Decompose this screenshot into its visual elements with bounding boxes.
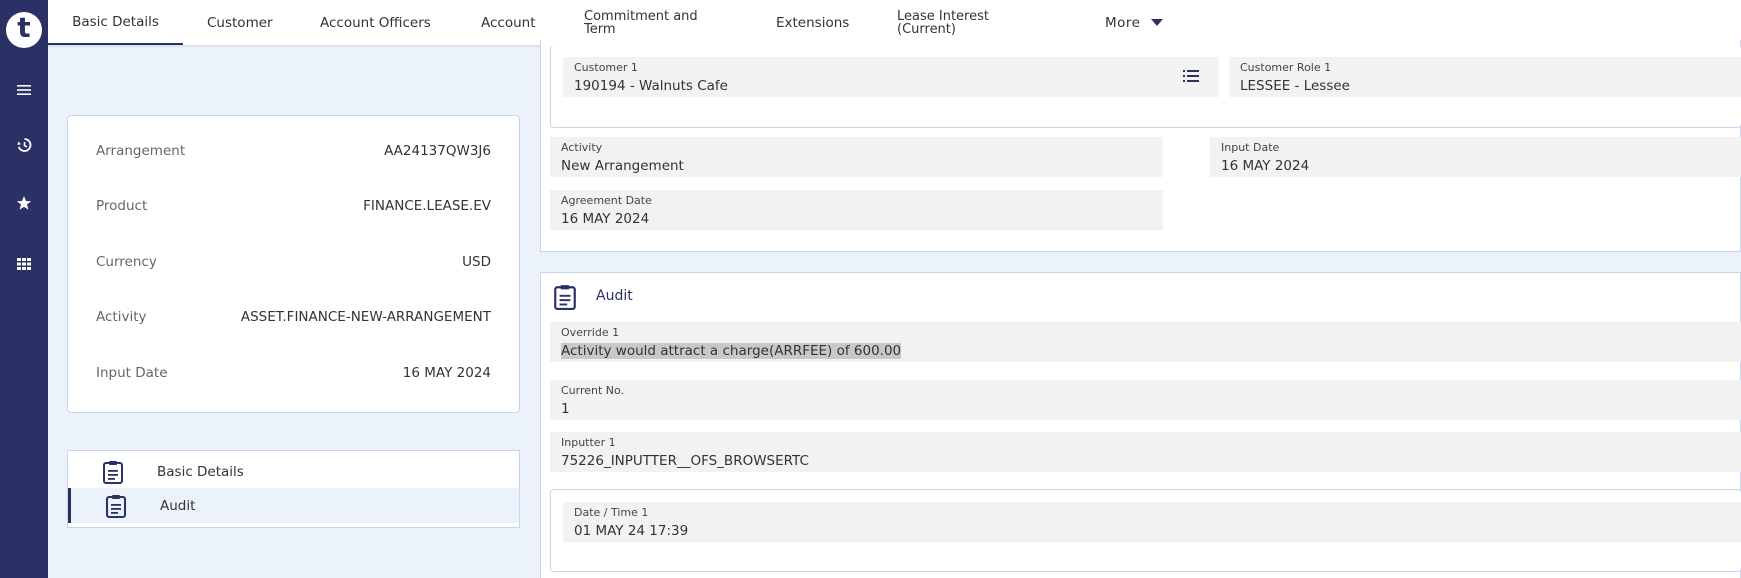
field-label: Activity bbox=[561, 141, 603, 154]
arrangement-summary-card: Arrangement AA24137QW3J6 Product FINANCE.L… bbox=[67, 115, 520, 413]
history-icon[interactable] bbox=[14, 135, 34, 155]
menu-icon[interactable] bbox=[14, 80, 34, 100]
section-nav-list: Basic Details Audit bbox=[67, 450, 520, 528]
summary-row-currency: Currency USD bbox=[96, 252, 491, 272]
summary-row-arrangement: Arrangement AA24137QW3J6 bbox=[96, 141, 491, 161]
field-value: 190194 - Walnuts Cafe bbox=[574, 78, 728, 94]
field-label: Agreement Date bbox=[561, 194, 652, 207]
tab-customer[interactable]: Customer bbox=[207, 0, 273, 45]
summary-row-input-date: Input Date 16 MAY 2024 bbox=[96, 363, 491, 383]
summary-key: Arrangement bbox=[96, 143, 186, 159]
app-root: t Basic Details Customer Account Officer… bbox=[0, 0, 1741, 578]
nav-item-basic-details[interactable]: Basic Details bbox=[68, 454, 519, 489]
top-tab-bar: Basic Details Customer Account Officers … bbox=[48, 0, 1741, 45]
field-value: New Arrangement bbox=[561, 158, 684, 174]
inputter-field[interactable]: Inputter 1 75226_INPUTTER__OFS_BROWSERTC bbox=[550, 432, 1741, 472]
summary-value: FINANCE.LEASE.EV bbox=[363, 198, 491, 214]
agreement-date-field[interactable]: Agreement Date 16 MAY 2024 bbox=[550, 190, 1163, 230]
logo-letter: t bbox=[17, 11, 31, 44]
audit-section-title: Audit bbox=[596, 288, 633, 304]
nav-item-audit[interactable]: Audit bbox=[68, 488, 519, 523]
summary-key: Product bbox=[96, 198, 148, 214]
field-label: Current No. bbox=[561, 384, 625, 397]
field-label: Customer Role 1 bbox=[1240, 61, 1332, 74]
summary-key: Activity bbox=[96, 309, 147, 325]
field-value: LESSEE - Lessee bbox=[1240, 78, 1350, 94]
field-label: Input Date bbox=[1221, 141, 1280, 154]
field-label: Date / Time 1 bbox=[574, 506, 649, 519]
customer-role-field[interactable]: Customer Role 1 LESSEE - Lessee bbox=[1229, 57, 1741, 97]
field-value: 16 MAY 2024 bbox=[561, 211, 650, 227]
current-no-field[interactable]: Current No. 1 bbox=[550, 380, 1741, 420]
summary-value: 16 MAY 2024 bbox=[402, 365, 491, 381]
activity-field[interactable]: Activity New Arrangement bbox=[550, 137, 1163, 177]
field-value: 1 bbox=[561, 401, 570, 417]
customer-field[interactable]: Customer 1 190194 - Walnuts Cafe bbox=[563, 57, 1219, 97]
summary-value: AA24137QW3J6 bbox=[384, 143, 491, 159]
summary-value: USD bbox=[462, 254, 491, 270]
input-date-field[interactable]: Input Date 16 MAY 2024 bbox=[1210, 137, 1741, 177]
tab-account-officers[interactable]: Account Officers bbox=[320, 0, 431, 45]
apps-grid-icon[interactable] bbox=[14, 254, 34, 274]
left-rail: t bbox=[0, 0, 48, 578]
tab-more-label: More bbox=[1105, 14, 1141, 31]
field-value: 01 MAY 24 17:39 bbox=[574, 523, 689, 539]
app-logo[interactable]: t bbox=[6, 12, 42, 48]
override-field[interactable]: Override 1 Activity would attract a char… bbox=[550, 322, 1741, 362]
summary-value: ASSET.FINANCE-NEW-ARRANGEMENT bbox=[240, 309, 491, 325]
field-value: 75226_INPUTTER__OFS_BROWSERTC bbox=[561, 453, 809, 469]
summary-key: Currency bbox=[96, 254, 157, 270]
field-label: Override 1 bbox=[561, 326, 620, 339]
datetime-field[interactable]: Date / Time 1 01 MAY 24 17:39 bbox=[563, 502, 1741, 542]
summary-key: Input Date bbox=[96, 365, 168, 381]
field-label: Customer 1 bbox=[574, 61, 638, 74]
summary-row-product: Product FINANCE.LEASE.EV bbox=[96, 196, 491, 216]
tab-basic-details[interactable]: Basic Details bbox=[48, 0, 183, 45]
field-value: 16 MAY 2024 bbox=[1221, 158, 1310, 174]
clipboard-icon bbox=[554, 285, 576, 310]
tab-account[interactable]: Account bbox=[481, 0, 536, 45]
list-icon[interactable] bbox=[1183, 69, 1199, 83]
field-value: Activity would attract a charge(ARRFEE) … bbox=[561, 343, 902, 359]
tab-more[interactable]: More bbox=[1105, 0, 1164, 45]
clipboard-icon bbox=[104, 494, 128, 518]
nav-item-label: Basic Details bbox=[157, 463, 244, 480]
nav-item-label: Audit bbox=[160, 497, 196, 514]
tab-lease-interest[interactable]: Lease Interest (Current) bbox=[897, 0, 1017, 45]
field-label: Inputter 1 bbox=[561, 436, 616, 449]
tab-commitment-and-term[interactable]: Commitment and Term bbox=[584, 0, 714, 45]
clipboard-icon bbox=[101, 460, 125, 484]
summary-row-activity: Activity ASSET.FINANCE-NEW-ARRANGEMENT bbox=[96, 307, 491, 327]
caret-down-icon bbox=[1151, 18, 1164, 26]
star-icon[interactable] bbox=[14, 193, 34, 213]
tab-extensions[interactable]: Extensions bbox=[776, 0, 849, 45]
